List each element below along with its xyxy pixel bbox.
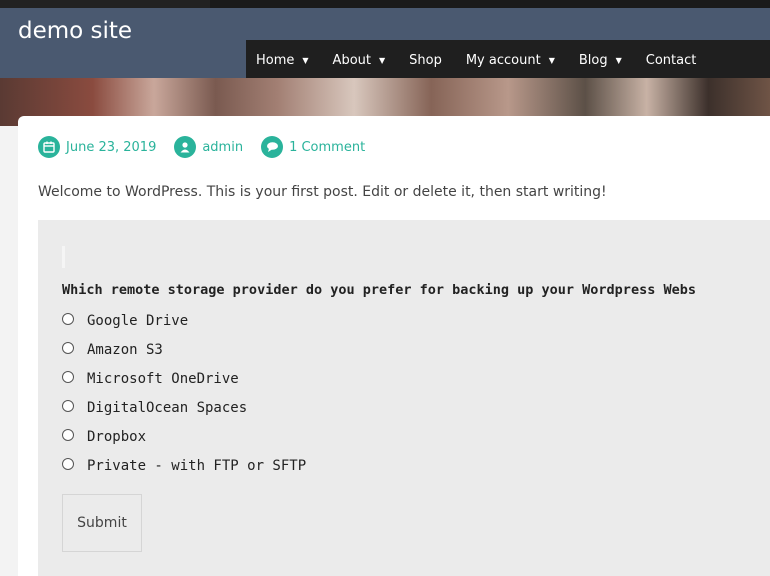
nav-item-label: About — [332, 52, 371, 68]
post-author-label: admin — [202, 139, 244, 155]
top-admin-bar-inner — [210, 0, 770, 8]
poll-option-label: DigitalOcean Spaces — [87, 399, 248, 416]
post-author[interactable]: admin — [174, 136, 243, 158]
nav-item-label: Shop — [409, 52, 442, 68]
main-navigation: Home ▼ About ▼ Shop My account ▼ Blog ▼ … — [246, 40, 770, 80]
poll-option[interactable]: Private - with FTP or SFTP — [62, 451, 306, 480]
caret-down-icon: ▼ — [302, 55, 309, 65]
nav-item-label: My account — [465, 52, 541, 68]
nav-item-label: Contact — [645, 52, 697, 68]
nav-item-label: Blog — [578, 52, 608, 68]
poll-divider — [62, 246, 65, 268]
nav-item-home[interactable]: Home ▼ — [256, 53, 309, 68]
radio-button[interactable] — [62, 370, 74, 383]
poll-option[interactable]: Google Drive — [62, 306, 306, 335]
poll-option[interactable]: DigitalOcean Spaces — [62, 393, 306, 422]
poll-option-label: Google Drive — [87, 312, 189, 329]
caret-down-icon: ▼ — [548, 55, 555, 65]
nav-item-shop[interactable]: Shop — [409, 53, 442, 68]
calendar-icon — [38, 136, 60, 158]
nav-item-blog[interactable]: Blog ▼ — [579, 53, 622, 68]
post-card: June 23, 2019 admin 1 Comment Welcome to… — [18, 116, 770, 576]
nav-item-contact[interactable]: Contact — [646, 53, 697, 68]
comments-icon — [261, 136, 284, 158]
nav-item-my-account[interactable]: My account ▼ — [466, 53, 555, 68]
site-title[interactable]: demo site — [18, 18, 132, 44]
submit-button[interactable]: Submit — [62, 494, 142, 552]
user-icon — [174, 136, 197, 158]
post-comments-link[interactable]: 1 Comment — [261, 136, 365, 158]
nav-item-about[interactable]: About ▼ — [333, 53, 386, 68]
post-meta: June 23, 2019 admin 1 Comment — [38, 136, 383, 158]
post-date-label: June 23, 2019 — [66, 139, 157, 155]
top-admin-bar — [0, 0, 770, 8]
poll-option-label: Dropbox — [87, 428, 147, 445]
caret-down-icon: ▼ — [615, 55, 622, 65]
post-excerpt: Welcome to WordPress. This is your first… — [38, 184, 607, 200]
poll-option-label: Microsoft OneDrive — [87, 370, 239, 387]
radio-button[interactable] — [62, 399, 74, 412]
poll-option[interactable]: Microsoft OneDrive — [62, 364, 306, 393]
radio-button[interactable] — [62, 457, 74, 470]
poll-option[interactable]: Amazon S3 — [62, 335, 306, 364]
radio-button[interactable] — [62, 341, 74, 354]
radio-button[interactable] — [62, 428, 74, 441]
site-header: demo site Home ▼ About ▼ Shop My account… — [0, 8, 770, 80]
poll-option-label: Private - with FTP or SFTP — [87, 457, 307, 474]
poll-widget: Which remote storage provider do you pre… — [38, 220, 770, 576]
post-date[interactable]: June 23, 2019 — [38, 136, 156, 158]
radio-button[interactable] — [62, 312, 74, 325]
poll-options: Google Drive Amazon S3 Microsoft OneDriv… — [62, 306, 306, 480]
poll-option[interactable]: Dropbox — [62, 422, 306, 451]
poll-question: Which remote storage provider do you pre… — [62, 282, 696, 298]
caret-down-icon: ▼ — [378, 55, 386, 65]
nav-item-label: Home — [256, 52, 295, 68]
poll-option-label: Amazon S3 — [87, 341, 163, 358]
post-comments-label: 1 Comment — [289, 139, 366, 155]
